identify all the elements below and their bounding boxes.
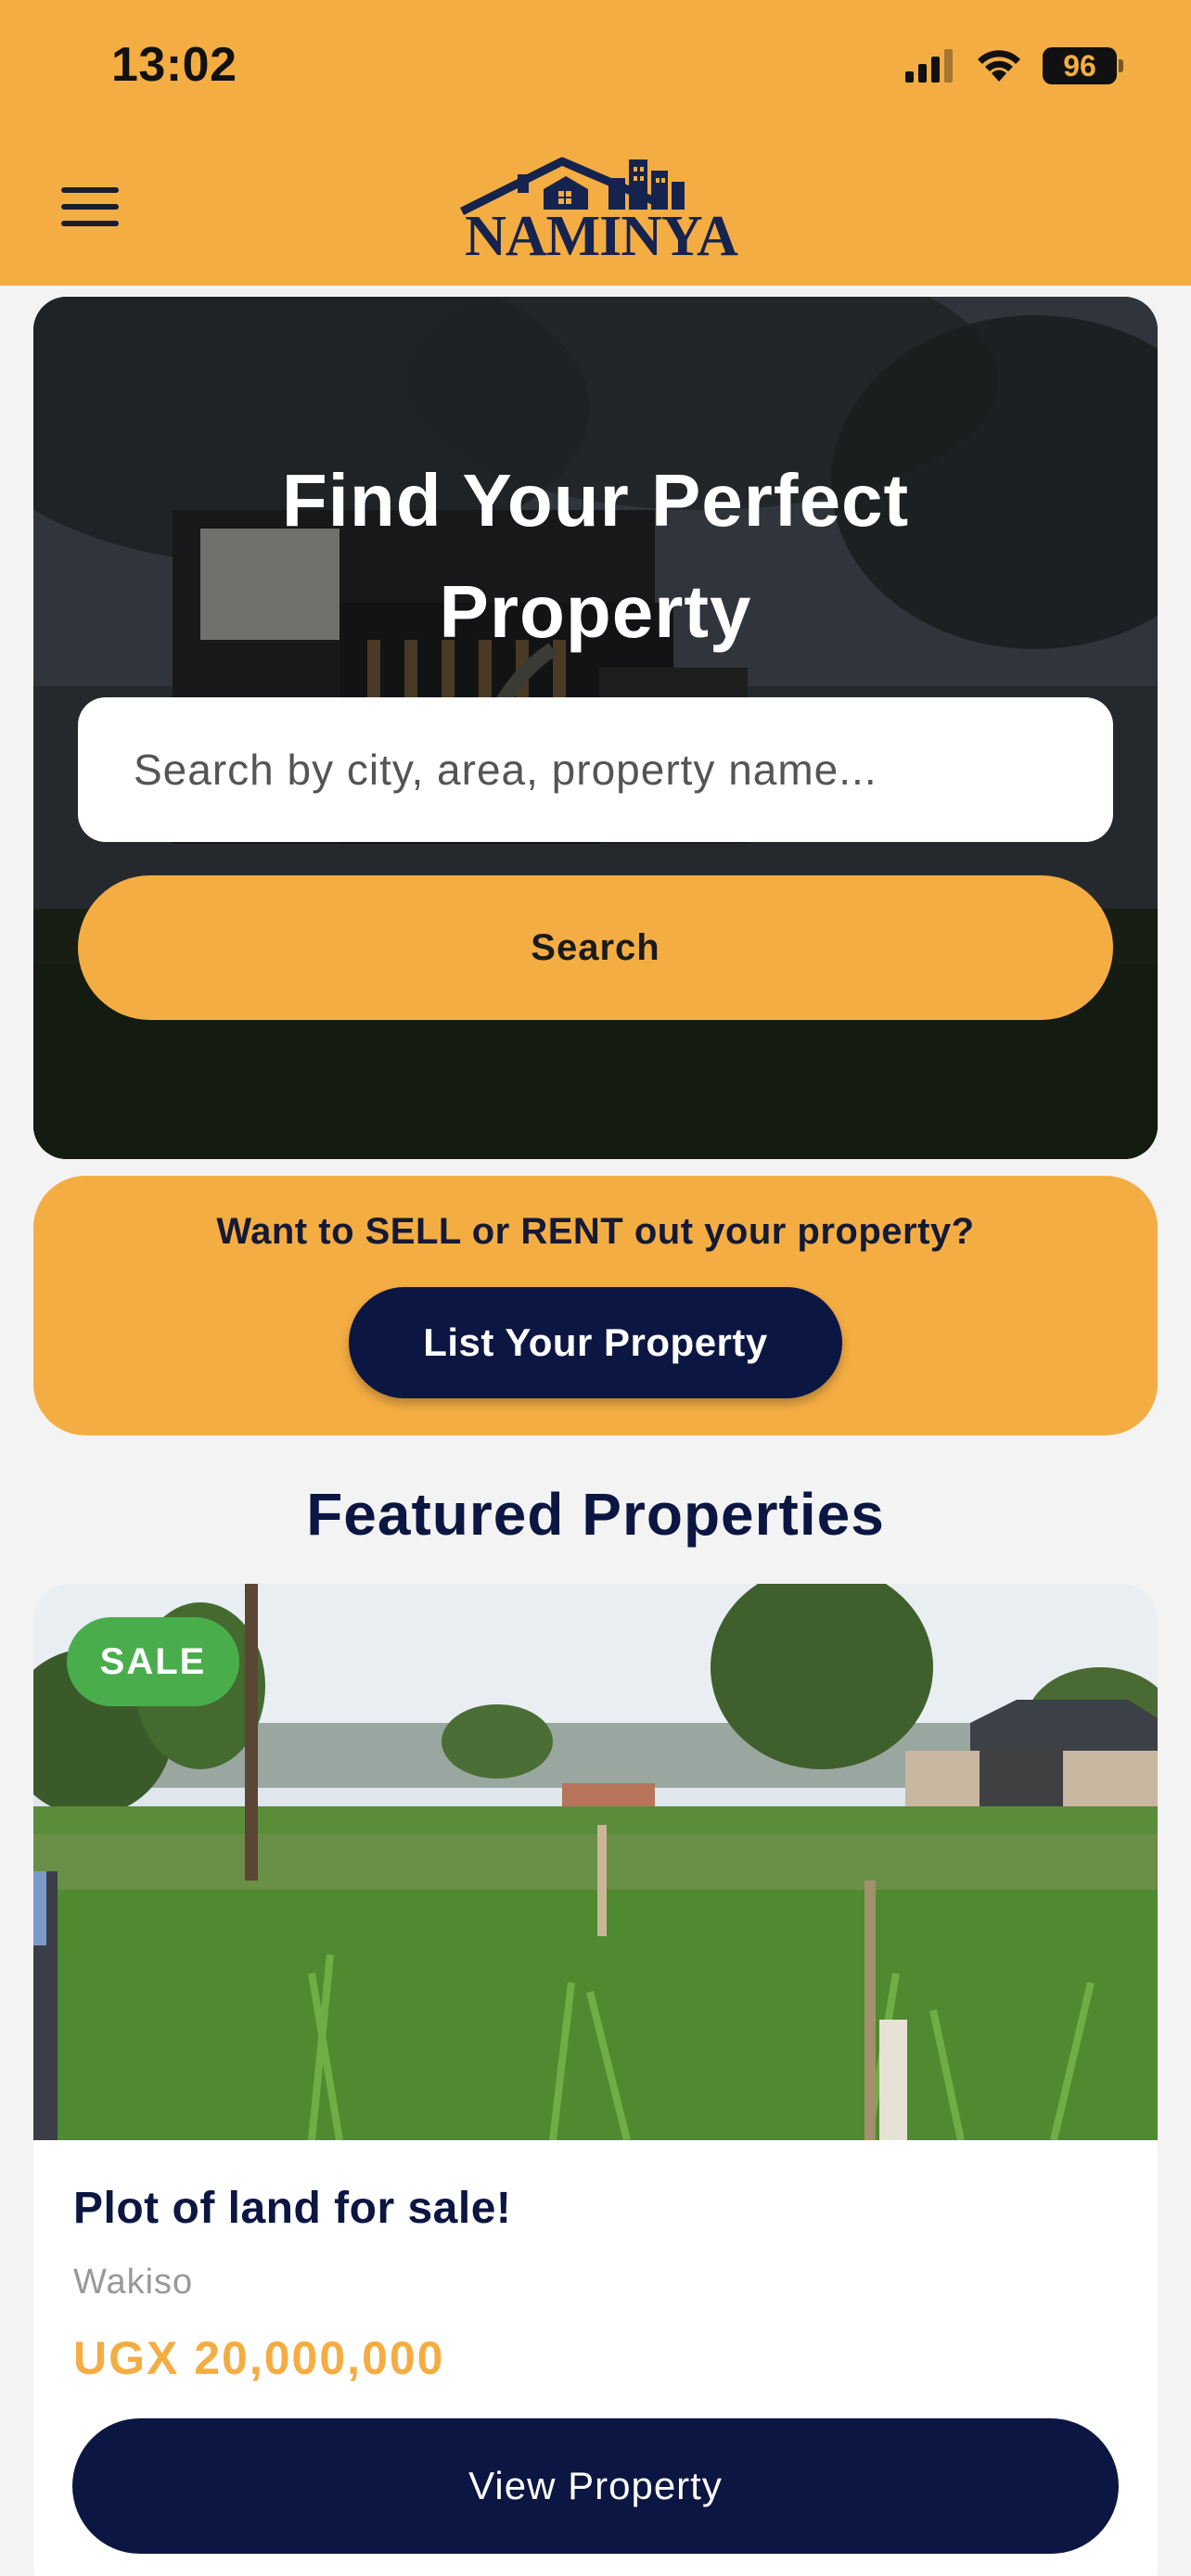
logo-text: NAMINYA (465, 205, 738, 268)
hero-title: Find Your Perfect Property (33, 445, 1158, 668)
list-property-button[interactable]: List Your Property (349, 1287, 842, 1398)
app-header: 13:02 96 NAMINYA (0, 0, 1191, 286)
property-location: Wakiso (73, 2263, 194, 2302)
search-button[interactable]: Search (78, 875, 1113, 1020)
hero-title-line2: Property (439, 570, 752, 653)
status-time: 13:02 (111, 38, 237, 92)
logo[interactable]: NAMINYA (453, 154, 749, 269)
battery-icon: 96 (1043, 47, 1123, 84)
list-property-prompt: Want to SELL or RENT out your property? (216, 1211, 975, 1252)
menu-icon[interactable] (56, 184, 122, 232)
property-price: UGX 20,000,000 (73, 2332, 445, 2384)
property-card[interactable]: SALE Plot of land for sale! Wakiso UGX 2… (33, 1584, 1158, 2576)
app-screen: 13:02 96 NAMINYA Find Your Perfect Prope… (0, 0, 1191, 2576)
hero-title-line1: Find Your Perfect (281, 459, 910, 542)
wifi-icon (978, 50, 1020, 82)
signal-icon (905, 49, 953, 83)
view-property-button[interactable]: View Property (72, 2418, 1119, 2554)
featured-properties-title: Featured Properties (306, 1481, 885, 1548)
list-property-banner: Want to SELL or RENT out your property? … (33, 1176, 1158, 1435)
hero-banner: Find Your Perfect Property Search (33, 297, 1158, 1159)
sale-badge: SALE (67, 1617, 239, 1706)
property-title: Plot of land for sale! (73, 2184, 512, 2233)
search-input[interactable] (78, 697, 1113, 842)
status-icons: 96 (905, 45, 1123, 87)
